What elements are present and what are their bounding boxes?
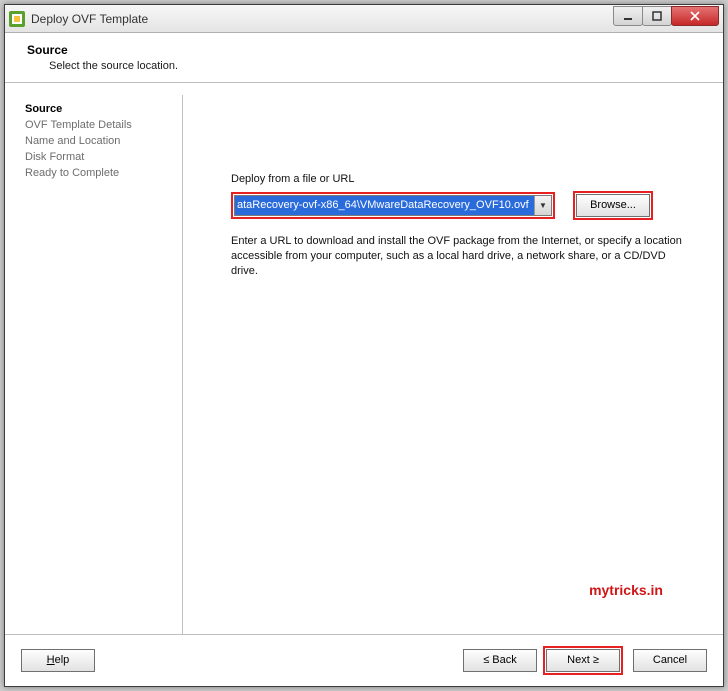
minimize-button[interactable] <box>613 6 643 26</box>
wizard-header: Source Select the source location. <box>5 33 723 83</box>
browse-button[interactable]: Browse... <box>576 194 650 217</box>
browse-highlight: Browse... <box>573 191 653 220</box>
step-name-location[interactable]: Name and Location <box>23 133 176 149</box>
step-ovf-details[interactable]: OVF Template Details <box>23 117 176 133</box>
step-disk-format[interactable]: Disk Format <box>23 149 176 165</box>
source-path-combo[interactable]: ataRecovery-ovf-x86_64\VMwareDataRecover… <box>234 195 552 216</box>
step-source[interactable]: Source <box>23 101 176 117</box>
wizard-steps: Source OVF Template Details Name and Loc… <box>19 95 183 638</box>
source-field-label: Deploy from a file or URL <box>231 173 691 185</box>
wizard-footer: Help ≤ Back Next ≥ Cancel <box>5 634 723 686</box>
page-subtitle: Select the source location. <box>49 60 701 72</box>
titlebar[interactable]: Deploy OVF Template <box>5 5 723 33</box>
chevron-down-icon[interactable]: ▼ <box>534 196 551 215</box>
cancel-button[interactable]: Cancel <box>633 649 707 672</box>
step-ready-complete[interactable]: Ready to Complete <box>23 165 176 181</box>
source-row: ataRecovery-ovf-x86_64\VMwareDataRecover… <box>231 191 691 220</box>
main-panel: Deploy from a file or URL ataRecovery-ov… <box>183 95 709 638</box>
help-button[interactable]: Help <box>21 649 95 672</box>
source-input-highlight: ataRecovery-ovf-x86_64\VMwareDataRecover… <box>231 192 555 219</box>
next-button[interactable]: Next ≥ <box>546 649 620 672</box>
app-icon <box>9 11 25 27</box>
dialog-window: Deploy OVF Template Source Select the so… <box>4 4 724 687</box>
next-highlight: Next ≥ <box>543 646 623 675</box>
window-title: Deploy OVF Template <box>31 12 614 26</box>
maximize-button[interactable] <box>642 6 672 26</box>
wizard-body: Source OVF Template Details Name and Loc… <box>5 83 723 638</box>
window-controls <box>614 6 719 26</box>
watermark-text: mytricks.in <box>589 582 663 598</box>
close-button[interactable] <box>671 6 719 26</box>
source-path-value[interactable]: ataRecovery-ovf-x86_64\VMwareDataRecover… <box>235 196 534 215</box>
back-button[interactable]: ≤ Back <box>463 649 537 672</box>
page-title: Source <box>27 43 701 57</box>
source-hint: Enter a URL to download and install the … <box>231 234 691 279</box>
